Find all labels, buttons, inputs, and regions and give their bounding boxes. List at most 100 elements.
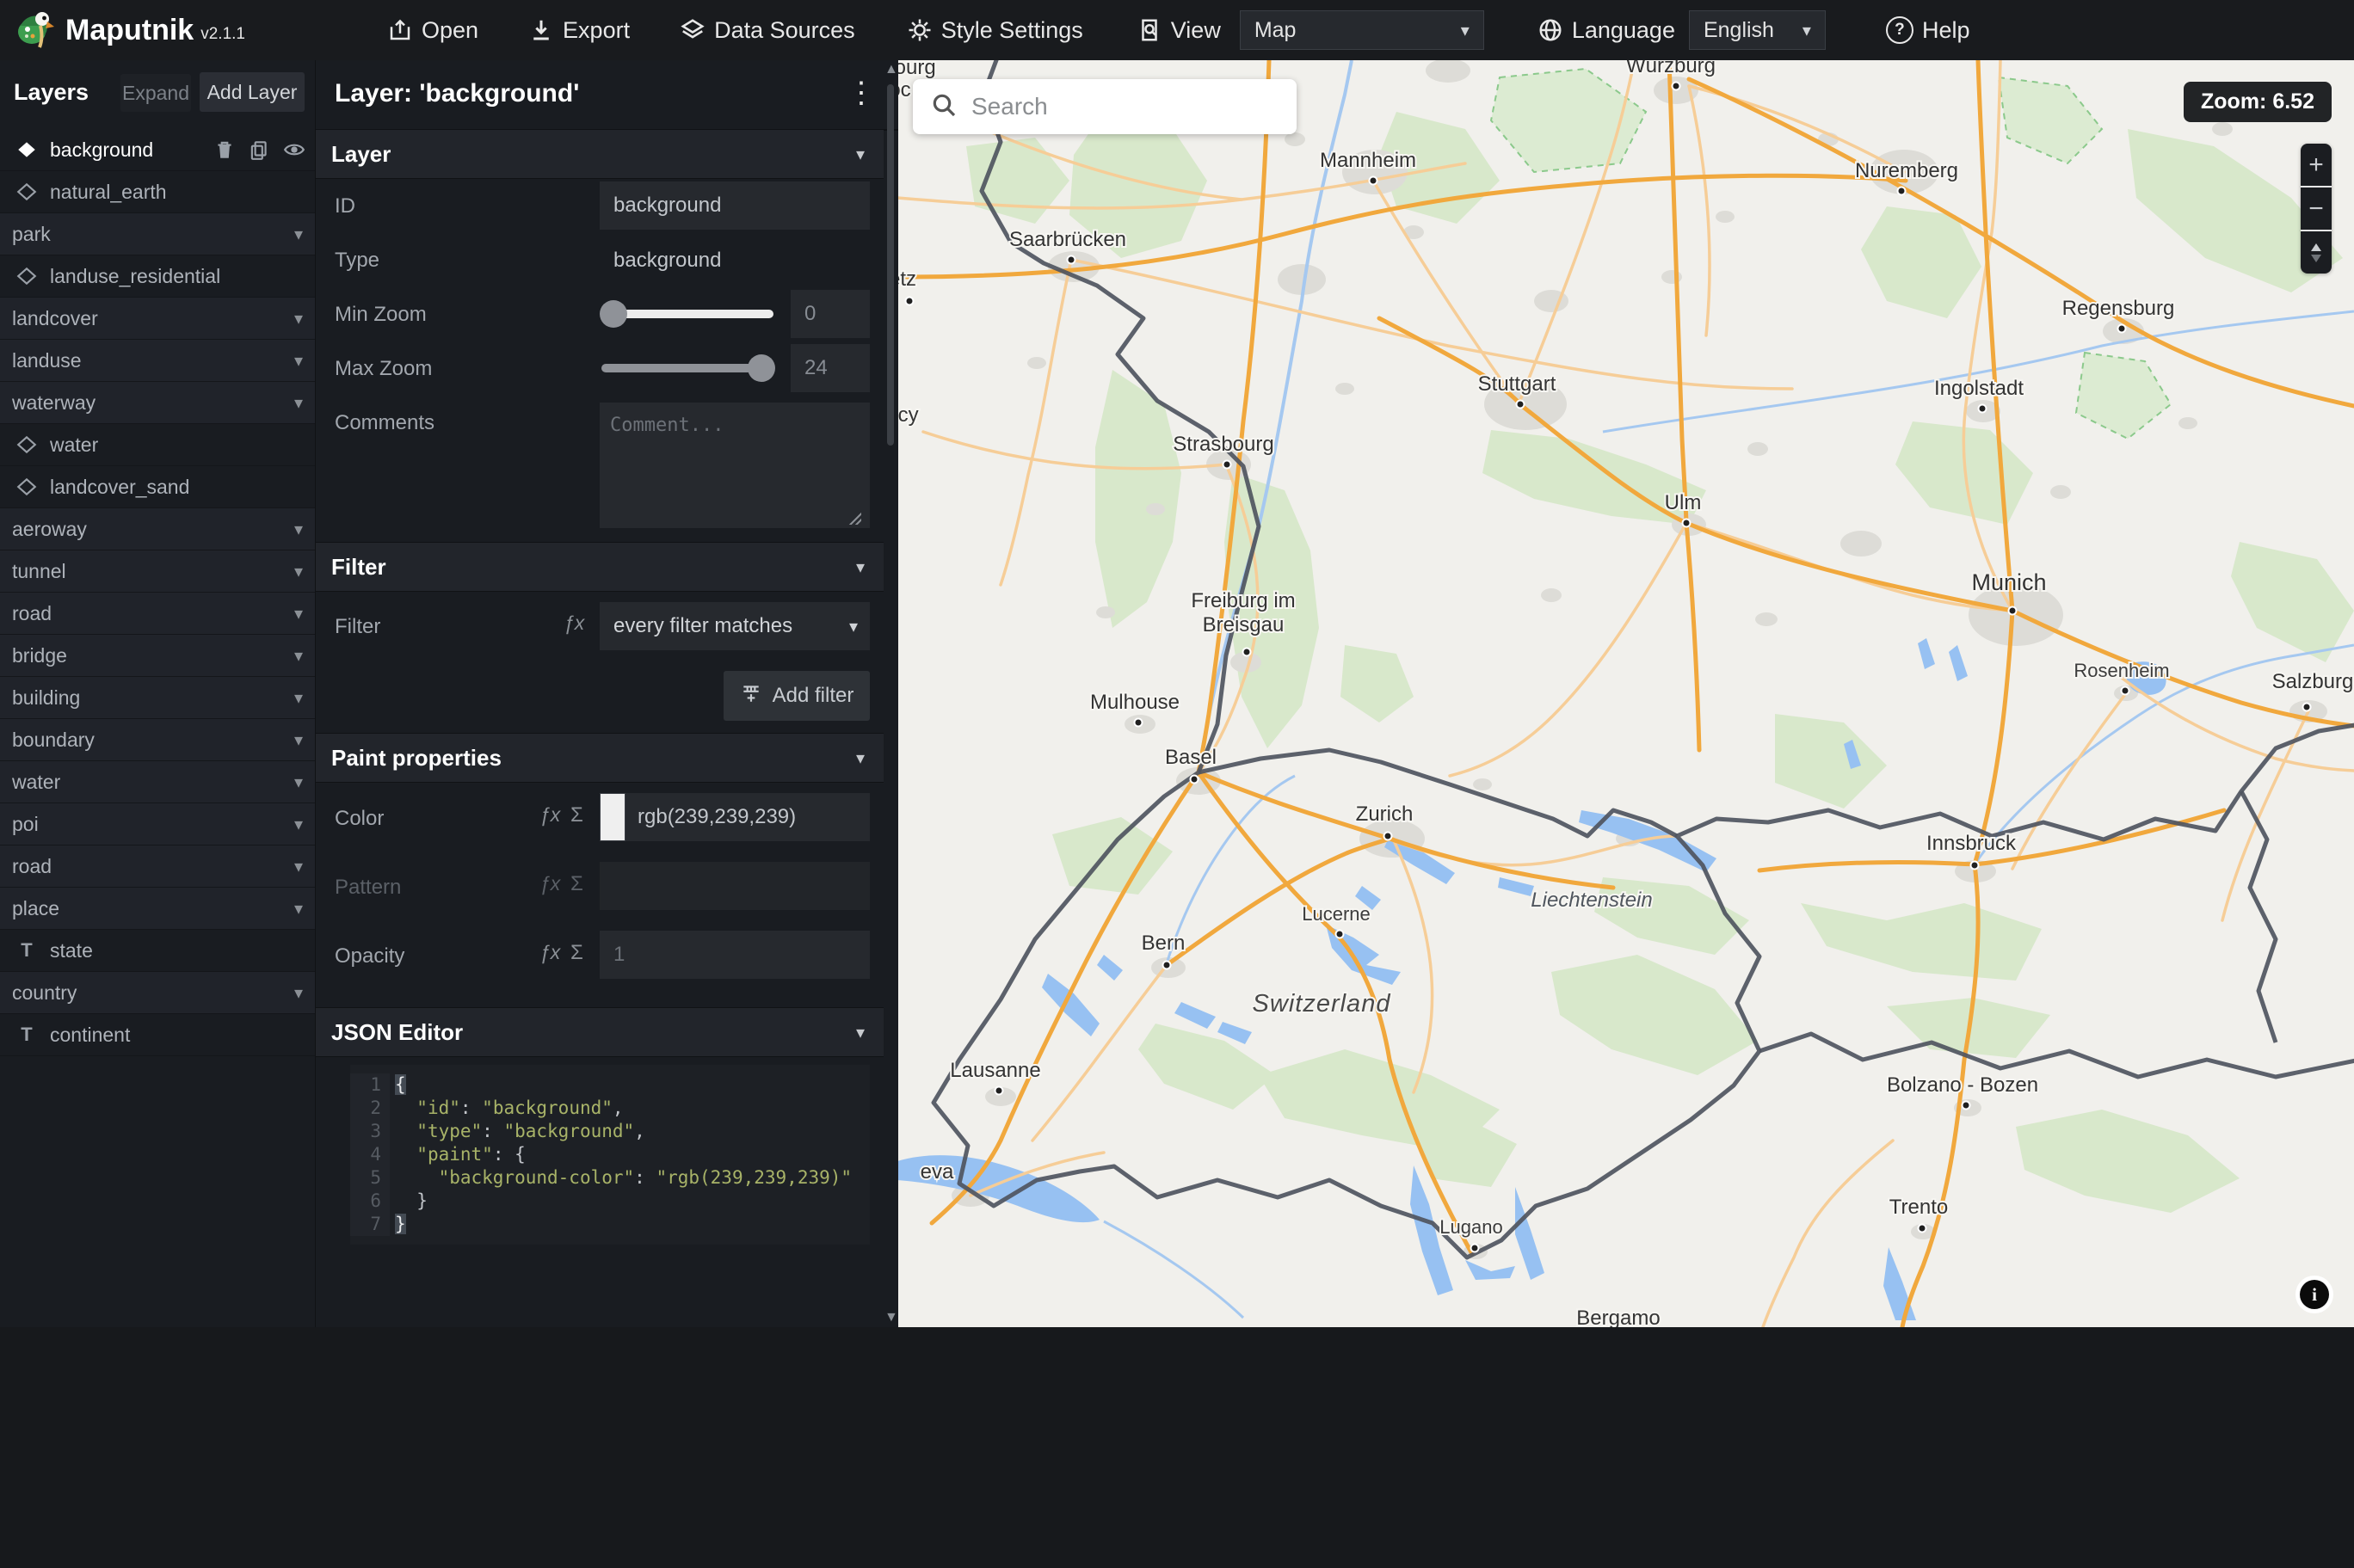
chevron-down-icon[interactable]: ▾ (294, 772, 303, 793)
sigma-icon[interactable]: Σ (570, 803, 583, 827)
scrollbar-thumb[interactable] (887, 84, 894, 446)
view-mode-select[interactable]: Map ▾ (1239, 10, 1484, 50)
compass-reset-button[interactable] (2301, 231, 2332, 274)
layer-list-item-poi[interactable]: poi ▾ (0, 803, 315, 845)
json-editor-line[interactable]: 6 } (350, 1190, 870, 1213)
json-editor-line[interactable]: 7} (350, 1213, 870, 1236)
chevron-down-icon[interactable]: ▾ (294, 350, 303, 372)
layer-list-item-aeroway[interactable]: aeroway ▾ (0, 508, 315, 550)
section-json-editor[interactable]: JSON Editor ▾ (316, 1007, 884, 1057)
chevron-down-icon[interactable]: ▾ (294, 519, 303, 540)
layer-list-item-park[interactable]: park ▾ (0, 213, 315, 255)
layer-list-item-tunnel[interactable]: tunnel ▾ (0, 550, 315, 593)
layer-label: background (50, 138, 154, 161)
layer-list-item-waterway[interactable]: waterway ▾ (0, 382, 315, 424)
json-editor-line[interactable]: 4 "paint": { (350, 1143, 870, 1166)
sigma-icon[interactable]: Σ (570, 941, 583, 965)
expand-button[interactable]: Expand (120, 74, 191, 112)
max-zoom-value[interactable]: 24 (791, 344, 870, 392)
chevron-down-icon[interactable]: ▾ (294, 856, 303, 877)
layer-list-item-landuse[interactable]: landuse ▾ (0, 340, 315, 382)
chevron-down-icon: ▾ (855, 1023, 865, 1042)
layer-list-item-water[interactable]: water ▾ (0, 761, 315, 803)
comments-textarea[interactable] (600, 403, 870, 528)
layer-list-item-road[interactable]: road ▾ (0, 845, 315, 888)
chevron-down-icon[interactable]: ▾ (294, 561, 303, 582)
chevron-down-icon[interactable]: ▾ (294, 982, 303, 1004)
chevron-down-icon[interactable]: ▾ (294, 898, 303, 919)
zoom-out-button[interactable]: − (2301, 188, 2332, 231)
layer-list-item-place[interactable]: place ▾ (0, 888, 315, 930)
max-zoom-slider[interactable] (601, 354, 775, 382)
min-zoom-slider[interactable] (600, 300, 773, 328)
json-code-editor[interactable]: 1{2 "id": "background", 3 "type": "backgr… (350, 1065, 870, 1245)
fx-icon[interactable]: ƒx (564, 612, 584, 635)
chevron-down-icon[interactable]: ▾ (294, 603, 303, 624)
chevron-down-icon[interactable]: ▾ (294, 687, 303, 709)
json-editor-line[interactable]: 3 "type": "background", (350, 1120, 870, 1143)
textarea-resize-grip[interactable] (849, 513, 861, 525)
json-editor-line[interactable]: 5 "background-color": "rgb(239,239,239)" (350, 1166, 870, 1190)
duplicate-layer-icon[interactable] (248, 138, 270, 161)
layer-list-item-background[interactable]: background (0, 129, 315, 171)
layer-list-item-landcover[interactable]: landcover ▾ (0, 298, 315, 340)
add-filter-button[interactable]: Add filter (724, 671, 870, 721)
panel-scrollbar[interactable]: ▲ ▼ (883, 62, 898, 1325)
layer-list-item-landcover_sand[interactable]: landcover_sand (0, 466, 315, 508)
layer-list-item-country[interactable]: country ▾ (0, 972, 315, 1014)
layer-list-item-bridge[interactable]: bridge ▾ (0, 635, 315, 677)
section-paint[interactable]: Paint properties ▾ (316, 733, 884, 783)
scroll-up-icon[interactable]: ▲ (884, 62, 898, 77)
pattern-input[interactable] (600, 862, 870, 910)
layer-list-item-road[interactable]: road ▾ (0, 593, 315, 635)
delete-layer-icon[interactable] (213, 138, 236, 161)
id-input[interactable]: background (600, 181, 870, 230)
min-zoom-value[interactable]: 0 (791, 290, 870, 338)
zoom-in-button[interactable]: + (2301, 144, 2332, 188)
layer-list-item-landuse_residential[interactable]: landuse_residential (0, 255, 315, 298)
map-label: Basel (1165, 746, 1217, 769)
brand[interactable]: Maputnik v2.1.1 (15, 9, 245, 52)
layer-list-item-natural_earth[interactable]: natural_earth (0, 171, 315, 213)
view-menu-button[interactable]: View (1137, 17, 1221, 44)
style-settings-menu-button[interactable]: Style Settings (907, 17, 1083, 44)
json-editor-line[interactable]: 2 "id": "background", (350, 1097, 870, 1120)
color-input[interactable]: rgb(239,239,239) (625, 793, 870, 841)
help-menu-button[interactable]: ? Help (1885, 16, 1970, 44)
attribution-info-button[interactable]: i (2295, 1276, 2333, 1313)
fx-icon[interactable]: ƒx (539, 941, 560, 964)
section-layer[interactable]: Layer ▾ (316, 129, 884, 179)
map-label: Lucerne (1302, 903, 1371, 925)
layer-list-item-building[interactable]: building ▾ (0, 677, 315, 719)
section-filter[interactable]: Filter ▾ (316, 542, 884, 592)
fx-icon[interactable]: ƒx (539, 803, 560, 827)
language-select[interactable]: English ▾ (1688, 10, 1826, 50)
opacity-input[interactable]: 1 (600, 931, 870, 979)
layer-list-item-state[interactable]: Tstate (0, 930, 315, 972)
map-viewport[interactable]: bourgoc Würzburg Mannheim Nuremberg Saarbrüc… (897, 60, 2354, 1327)
visibility-eye-icon[interactable] (282, 138, 306, 161)
kebab-menu-icon[interactable]: ⋮ (847, 76, 876, 110)
color-swatch[interactable] (600, 793, 625, 841)
layer-list-item-boundary[interactable]: boundary ▾ (0, 719, 315, 761)
layer-list-item-water[interactable]: water (0, 424, 315, 466)
min-zoom-slider-thumb[interactable] (600, 300, 627, 328)
chevron-down-icon[interactable]: ▾ (294, 645, 303, 667)
export-menu-button[interactable]: Export (528, 17, 630, 44)
chevron-down-icon[interactable]: ▾ (294, 224, 303, 245)
max-zoom-slider-thumb[interactable] (748, 354, 775, 382)
json-editor-line[interactable]: 1{ (350, 1073, 870, 1097)
open-menu-button[interactable]: Open (387, 17, 478, 44)
section-paint-title: Paint properties (331, 744, 502, 771)
chevron-down-icon[interactable]: ▾ (294, 729, 303, 751)
filter-combinator-select[interactable]: every filter matches ▾ (600, 602, 870, 650)
chevron-down-icon[interactable]: ▾ (294, 814, 303, 835)
chevron-down-icon[interactable]: ▾ (294, 392, 303, 414)
data-sources-menu-button[interactable]: Data Sources (680, 17, 855, 44)
chevron-down-icon[interactable]: ▾ (294, 308, 303, 329)
layer-list-item-continent[interactable]: Tcontinent (0, 1014, 315, 1056)
scroll-down-icon[interactable]: ▼ (884, 1310, 898, 1325)
map-canvas[interactable]: bourgoc Würzburg Mannheim Nuremberg Saarbrüc… (897, 60, 2354, 1327)
map-search-box[interactable]: Search (913, 79, 1297, 134)
add-layer-button[interactable]: Add Layer (200, 72, 305, 112)
